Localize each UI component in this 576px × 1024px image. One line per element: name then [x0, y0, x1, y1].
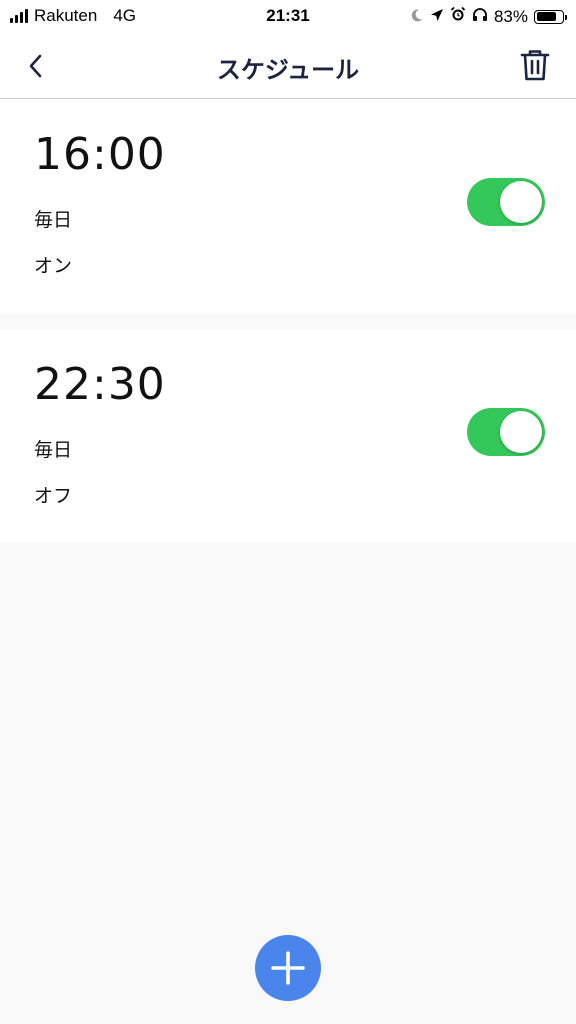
schedule-card[interactable]: 22:30 毎日 オフ: [0, 329, 576, 543]
add-schedule-button[interactable]: [255, 935, 321, 1001]
headphones-icon: [472, 7, 488, 27]
schedule-time: 16:00: [34, 129, 166, 180]
battery-percent: 83%: [493, 6, 528, 26]
toggle-knob: [500, 181, 542, 223]
status-right: 83%: [410, 6, 567, 27]
schedule-action: オフ: [34, 485, 73, 507]
schedule-repeat: 毎日: [34, 439, 73, 461]
plus-icon: [271, 951, 305, 985]
location-arrow-icon: [430, 7, 444, 27]
schedule-toggle[interactable]: [467, 408, 545, 456]
battery-icon: [534, 9, 567, 24]
delete-button[interactable]: [518, 47, 552, 83]
navigation-bar: スケジュール: [0, 34, 576, 99]
page-title: スケジュール: [216, 56, 360, 84]
battery-level-fill: [536, 12, 557, 21]
schedule-toggle[interactable]: [467, 178, 545, 226]
status-bar: Rakuten 4G 21:31 83%: [0, 0, 576, 34]
schedule-action: オン: [34, 255, 73, 277]
toggle-knob: [500, 411, 542, 453]
alarm-icon: [450, 6, 466, 27]
moon-icon: [410, 7, 424, 27]
trash-icon: [520, 50, 550, 81]
schedule-repeat: 毎日: [34, 209, 73, 231]
schedule-card[interactable]: 16:00 毎日 オン: [0, 99, 576, 313]
schedule-time: 22:30: [34, 359, 166, 410]
